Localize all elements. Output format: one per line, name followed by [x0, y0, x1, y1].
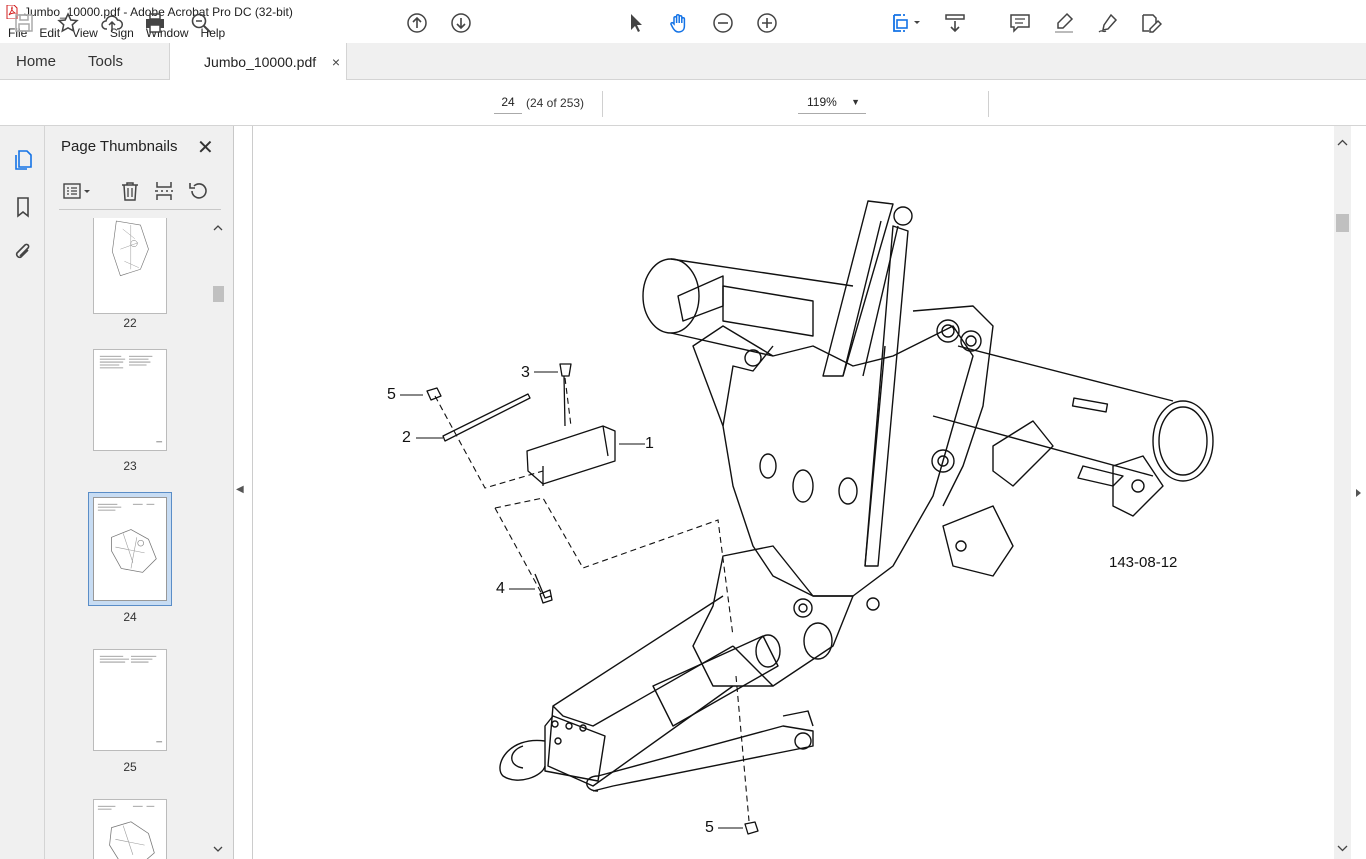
chevron-down-icon: ▼ — [851, 97, 860, 107]
scroll-up-icon[interactable] — [210, 222, 226, 234]
callout-label: 2 — [402, 429, 411, 446]
page-thumbnails-icon[interactable] — [10, 147, 36, 173]
page-number-input[interactable]: 24 — [494, 90, 522, 114]
document-scrollbar[interactable] — [1334, 126, 1351, 859]
next-page-icon[interactable] — [448, 10, 474, 36]
right-panel-toggle[interactable] — [1351, 126, 1366, 859]
thumbnail-label: 24 — [123, 610, 137, 624]
zoom-level-value: 119% — [807, 95, 837, 109]
comment-icon[interactable] — [1007, 10, 1033, 36]
zoom-out-icon[interactable] — [710, 10, 736, 36]
tab-document-label: Jumbo_10000.pdf — [204, 54, 317, 70]
select-arrow-icon[interactable] — [622, 10, 648, 36]
upload-icon[interactable] — [99, 10, 125, 36]
toolbar-divider — [988, 91, 989, 117]
callout-label: 1 — [645, 435, 654, 452]
tab-document[interactable]: Jumbo_10000.pdf × — [169, 43, 348, 81]
rotate-icon[interactable] — [185, 178, 211, 204]
bookmark-icon[interactable] — [10, 194, 36, 220]
save-icon[interactable] — [11, 10, 37, 36]
bookmark-star-icon[interactable] — [55, 10, 81, 36]
document-view[interactable]: 5 2 3 1 4 5 143-08-12 — [252, 126, 1334, 859]
thumbnail-label: 23 — [123, 459, 137, 473]
panel-title: Page Thumbnails — [61, 138, 178, 155]
tab-home[interactable]: Home — [0, 43, 72, 79]
scroll-down-icon[interactable] — [210, 843, 226, 855]
page-thumbnails-panel: Page Thumbnails ✕ 22 23 24 25 — [45, 126, 234, 859]
thumbnail-options-icon[interactable] — [59, 178, 95, 204]
toolbar-divider — [602, 91, 603, 117]
tab-bar: Home Tools Jumbo_10000.pdf × — [0, 43, 1366, 81]
delete-icon[interactable] — [117, 178, 143, 204]
thumbnail-page-23[interactable] — [93, 349, 167, 451]
attachment-icon[interactable] — [10, 239, 36, 265]
sign-icon[interactable] — [1095, 10, 1121, 36]
parts-diagram — [400, 200, 1214, 835]
close-icon[interactable]: ✕ — [197, 135, 214, 160]
hand-tool-icon[interactable] — [666, 10, 692, 36]
thumbnail-page-22[interactable] — [93, 218, 167, 314]
tab-tools[interactable]: Tools — [72, 43, 139, 79]
zoom-level-select[interactable]: 119% ▼ — [798, 90, 866, 114]
tab-close-icon[interactable]: × — [332, 54, 340, 70]
prev-page-icon[interactable] — [404, 10, 430, 36]
scrollbar-thumb[interactable] — [213, 286, 224, 302]
thumbnail-list: 22 23 24 25 — [45, 218, 220, 859]
collapse-panel-icon[interactable]: ◀ — [236, 484, 244, 495]
page-count-label: (24 of 253) — [526, 96, 585, 110]
print-icon[interactable] — [142, 10, 168, 36]
thumbnail-page-26[interactable] — [93, 799, 167, 859]
search-zoom-icon[interactable] — [188, 10, 214, 36]
expand-right-panel-icon[interactable] — [1351, 486, 1366, 500]
zoom-in-icon[interactable] — [754, 10, 780, 36]
scroll-down-icon[interactable] — [1334, 841, 1351, 855]
scrollbar-thumb[interactable] — [1336, 214, 1349, 232]
thumbnail-label: 25 — [123, 760, 137, 774]
thumbnail-page-25[interactable] — [93, 649, 167, 751]
highlight-icon[interactable] — [1051, 10, 1077, 36]
callout-label: 5 — [387, 386, 396, 403]
thumbnail-tools — [59, 176, 221, 210]
edit-pdf-icon[interactable] — [1138, 10, 1164, 36]
scroll-up-icon[interactable] — [1334, 136, 1351, 150]
callout-label: 4 — [496, 580, 505, 597]
callout-label: 5 — [705, 819, 714, 836]
extract-pages-icon[interactable] — [151, 178, 177, 204]
left-navigation-rail — [0, 126, 45, 859]
thumbnail-scrollbar[interactable] — [210, 218, 226, 859]
fit-page-icon[interactable] — [888, 10, 924, 36]
main-toolbar — [0, 80, 1366, 126]
thumbnail-page-24[interactable] — [88, 492, 172, 606]
scroll-mode-icon[interactable] — [942, 10, 968, 36]
figure-id-label: 143-08-12 — [1109, 554, 1178, 571]
thumbnail-label: 22 — [123, 316, 137, 330]
callout-label: 3 — [521, 364, 530, 381]
